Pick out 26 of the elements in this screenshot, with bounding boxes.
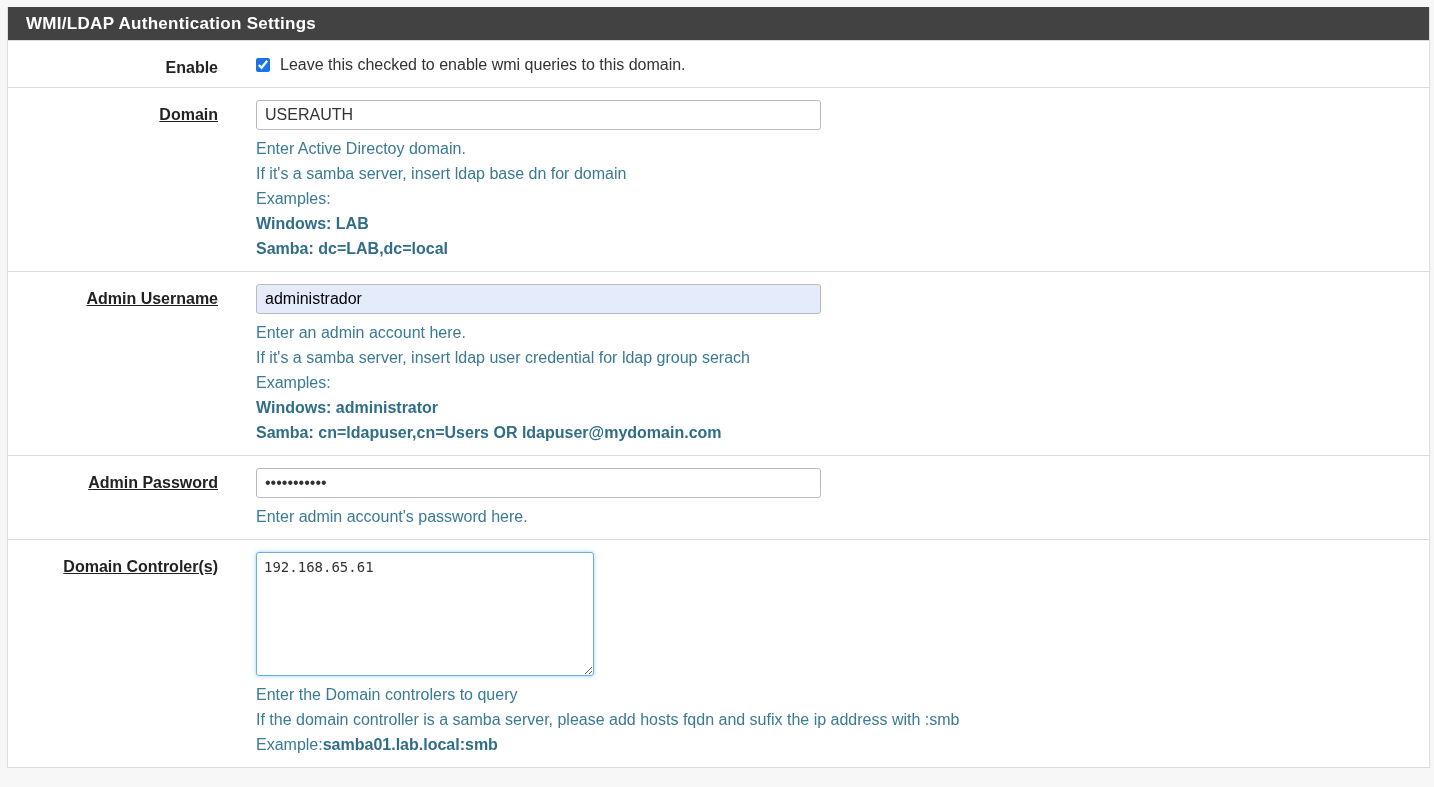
- help-text: Enter an admin account here.: [256, 323, 467, 343]
- help-text: Examples:: [256, 373, 332, 393]
- field-label: Admin Password: [87, 473, 218, 493]
- field-label: Domain: [158, 105, 218, 125]
- help-text: Windows: LAB: [256, 214, 370, 234]
- help-text: If the domain controller is a samba server, please add hosts fqdn and sufix the ip address with :smb: [256, 710, 960, 730]
- checkbox-caption: Leave this checked to enable wmi queries to this domain.: [280, 56, 686, 74]
- help-text: Enter the Domain controlers to query: [256, 685, 519, 705]
- help-text: If it's a samba server, insert ldap user credential for ldap group serach: [256, 348, 751, 368]
- help-text: Example:samba01.lab.local:smb: [256, 735, 499, 755]
- enable-checkbox[interactable]: [256, 58, 270, 72]
- help-text: If it's a samba server, insert ldap base dn for domain: [256, 164, 628, 184]
- field-label: Admin Username: [85, 289, 218, 309]
- text-field[interactable]: USERAUTH: [256, 100, 821, 130]
- panel-title: WMI/LDAP Authentication Settings: [8, 7, 1429, 40]
- field-label: Domain Controler(s): [62, 557, 218, 577]
- help-text: Examples:: [256, 189, 332, 209]
- help-text: Windows: administrator: [256, 398, 440, 418]
- help-text: Enter Active Directoy domain.: [256, 139, 467, 159]
- textarea-field[interactable]: 192.168.65.61: [256, 552, 594, 676]
- help-text: Samba: cn=ldapuser,cn=Users OR ldapuser@mydomain.com: [256, 423, 723, 443]
- text-field[interactable]: administrador: [256, 284, 821, 314]
- field-label: Enable: [164, 58, 218, 77]
- help-text: Enter admin account's password here.: [256, 507, 529, 527]
- help-text: Samba: dc=LAB,dc=local: [256, 239, 450, 259]
- password-field[interactable]: •••••••••••: [256, 468, 821, 498]
